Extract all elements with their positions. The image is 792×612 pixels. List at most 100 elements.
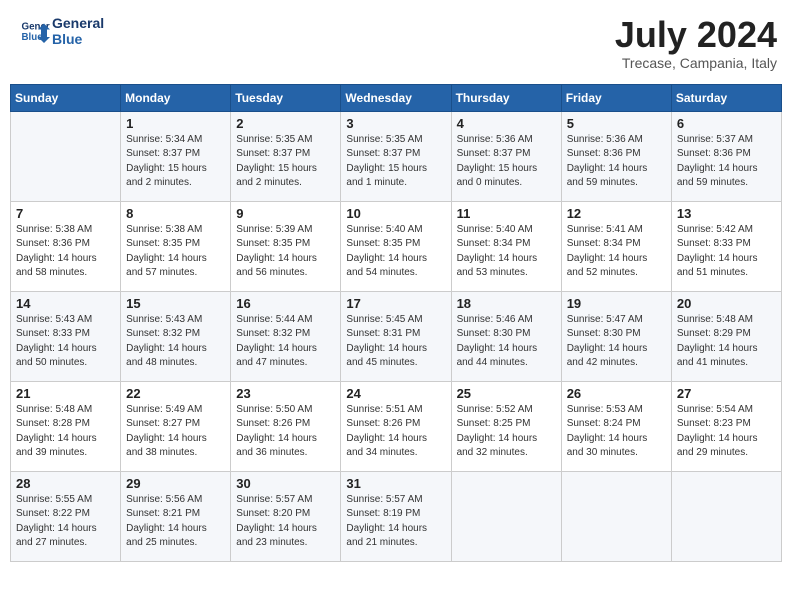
calendar-cell: 20 Sunrise: 5:48 AMSunset: 8:29 PMDayligh…	[671, 291, 781, 381]
logo-text-general: General	[52, 15, 104, 31]
weekday-header: Monday	[121, 84, 231, 111]
day-number: 11	[457, 206, 557, 221]
day-number: 28	[16, 476, 116, 491]
cell-sun-info: Sunrise: 5:35 AMSunset: 8:37 PMDaylight:…	[346, 133, 446, 191]
day-number: 2	[236, 116, 336, 131]
day-number: 16	[236, 296, 336, 311]
calendar-table: SundayMondayTuesdayWednesdayThursdayFrid…	[10, 84, 782, 562]
month-title: July 2024	[615, 15, 777, 55]
day-number: 24	[346, 386, 446, 401]
cell-sun-info: Sunrise: 5:38 AMSunset: 8:36 PMDaylight:…	[16, 223, 116, 281]
day-number: 10	[346, 206, 446, 221]
calendar-cell: 29 Sunrise: 5:56 AMSunset: 8:21 PMDayligh…	[121, 471, 231, 561]
calendar-cell: 25Sunrise: 5:52 AMSunset: 8:25 PMDayligh…	[451, 381, 561, 471]
header-row: SundayMondayTuesdayWednesdayThursdayFrid…	[11, 84, 782, 111]
weekday-header: Thursday	[451, 84, 561, 111]
cell-sun-info: Sunrise: 5:48 AMSunset: 8:28 PMDaylight:…	[16, 403, 116, 461]
cell-sun-info: Sunrise: 5:43 AMSunset: 8:32 PMDaylight:…	[126, 313, 226, 371]
cell-sun-info: Sunrise: 5:38 AMSunset: 8:35 PMDaylight:…	[126, 223, 226, 281]
cell-sun-info: Sunrise: 5:41 AMSunset: 8:34 PMDaylight:…	[567, 223, 667, 281]
calendar-cell: 7 Sunrise: 5:38 AMSunset: 8:36 PMDaylight…	[11, 201, 121, 291]
day-number: 30	[236, 476, 336, 491]
calendar-cell: 21 Sunrise: 5:48 AMSunset: 8:28 PMDayligh…	[11, 381, 121, 471]
day-number: 5	[567, 116, 667, 131]
calendar-cell	[671, 471, 781, 561]
cell-sun-info: Sunrise: 5:36 AMSunset: 8:37 PMDaylight:…	[457, 133, 557, 191]
calendar-cell	[451, 471, 561, 561]
day-number: 22	[126, 386, 226, 401]
day-number: 21	[16, 386, 116, 401]
day-number: 29	[126, 476, 226, 491]
cell-sun-info: Sunrise: 5:49 AMSunset: 8:27 PMDaylight:…	[126, 403, 226, 461]
cell-sun-info: Sunrise: 5:45 AMSunset: 8:31 PMDaylight:…	[346, 313, 446, 371]
day-number: 9	[236, 206, 336, 221]
day-number: 20	[677, 296, 777, 311]
day-number: 26	[567, 386, 667, 401]
weekday-header: Sunday	[11, 84, 121, 111]
calendar-cell: 17 Sunrise: 5:45 AMSunset: 8:31 PMDayligh…	[341, 291, 451, 381]
calendar-cell: 22 Sunrise: 5:49 AMSunset: 8:27 PMDayligh…	[121, 381, 231, 471]
calendar-cell: 14Sunrise: 5:43 AMSunset: 8:33 PMDayligh…	[11, 291, 121, 381]
calendar-cell: 1 Sunrise: 5:34 AMSunset: 8:37 PMDaylight…	[121, 111, 231, 201]
calendar-cell: 9 Sunrise: 5:39 AMSunset: 8:35 PMDaylight…	[231, 201, 341, 291]
calendar-cell: 18Sunrise: 5:46 AMSunset: 8:30 PMDayligh…	[451, 291, 561, 381]
day-number: 1	[126, 116, 226, 131]
calendar-cell: 3Sunrise: 5:35 AMSunset: 8:37 PMDaylight…	[341, 111, 451, 201]
calendar-week-row: 21 Sunrise: 5:48 AMSunset: 8:28 PMDayligh…	[11, 381, 782, 471]
day-number: 19	[567, 296, 667, 311]
calendar-cell: 6 Sunrise: 5:37 AMSunset: 8:36 PMDaylight…	[671, 111, 781, 201]
calendar-cell: 4 Sunrise: 5:36 AMSunset: 8:37 PMDaylight…	[451, 111, 561, 201]
calendar-cell: 19 Sunrise: 5:47 AMSunset: 8:30 PMDayligh…	[561, 291, 671, 381]
weekday-header: Friday	[561, 84, 671, 111]
day-number: 8	[126, 206, 226, 221]
cell-sun-info: Sunrise: 5:34 AMSunset: 8:37 PMDaylight:…	[126, 133, 226, 191]
calendar-cell: 28Sunrise: 5:55 AMSunset: 8:22 PMDayligh…	[11, 471, 121, 561]
cell-sun-info: Sunrise: 5:40 AMSunset: 8:35 PMDaylight:…	[346, 223, 446, 281]
page-header: General Blue General Blue July 2024 Trec…	[10, 10, 782, 76]
calendar-cell: 13Sunrise: 5:42 AMSunset: 8:33 PMDayligh…	[671, 201, 781, 291]
calendar-cell: 15 Sunrise: 5:43 AMSunset: 8:32 PMDayligh…	[121, 291, 231, 381]
calendar-cell: 12 Sunrise: 5:41 AMSunset: 8:34 PMDayligh…	[561, 201, 671, 291]
day-number: 17	[346, 296, 446, 311]
calendar-cell: 10 Sunrise: 5:40 AMSunset: 8:35 PMDayligh…	[341, 201, 451, 291]
day-number: 31	[346, 476, 446, 491]
calendar-week-row: 14Sunrise: 5:43 AMSunset: 8:33 PMDayligh…	[11, 291, 782, 381]
day-number: 14	[16, 296, 116, 311]
cell-sun-info: Sunrise: 5:40 AMSunset: 8:34 PMDaylight:…	[457, 223, 557, 281]
calendar-cell: 8 Sunrise: 5:38 AMSunset: 8:35 PMDaylight…	[121, 201, 231, 291]
cell-sun-info: Sunrise: 5:57 AMSunset: 8:19 PMDaylight:…	[346, 493, 446, 551]
day-number: 15	[126, 296, 226, 311]
cell-sun-info: Sunrise: 5:37 AMSunset: 8:36 PMDaylight:…	[677, 133, 777, 191]
calendar-cell	[11, 111, 121, 201]
calendar-cell	[561, 471, 671, 561]
day-number: 23	[236, 386, 336, 401]
calendar-week-row: 28Sunrise: 5:55 AMSunset: 8:22 PMDayligh…	[11, 471, 782, 561]
calendar-cell: 5 Sunrise: 5:36 AMSunset: 8:36 PMDaylight…	[561, 111, 671, 201]
calendar-cell: 16 Sunrise: 5:44 AMSunset: 8:32 PMDayligh…	[231, 291, 341, 381]
day-number: 18	[457, 296, 557, 311]
cell-sun-info: Sunrise: 5:47 AMSunset: 8:30 PMDaylight:…	[567, 313, 667, 371]
day-number: 12	[567, 206, 667, 221]
cell-sun-info: Sunrise: 5:48 AMSunset: 8:29 PMDaylight:…	[677, 313, 777, 371]
cell-sun-info: Sunrise: 5:35 AMSunset: 8:37 PMDaylight:…	[236, 133, 336, 191]
day-number: 6	[677, 116, 777, 131]
calendar-cell: 23Sunrise: 5:50 AMSunset: 8:26 PMDayligh…	[231, 381, 341, 471]
weekday-header: Tuesday	[231, 84, 341, 111]
cell-sun-info: Sunrise: 5:56 AMSunset: 8:21 PMDaylight:…	[126, 493, 226, 551]
logo-text-blue: Blue	[52, 31, 104, 47]
cell-sun-info: Sunrise: 5:57 AMSunset: 8:20 PMDaylight:…	[236, 493, 336, 551]
calendar-cell: 2 Sunrise: 5:35 AMSunset: 8:37 PMDaylight…	[231, 111, 341, 201]
calendar-cell: 30 Sunrise: 5:57 AMSunset: 8:20 PMDayligh…	[231, 471, 341, 561]
cell-sun-info: Sunrise: 5:52 AMSunset: 8:25 PMDaylight:…	[457, 403, 557, 461]
cell-sun-info: Sunrise: 5:54 AMSunset: 8:23 PMDaylight:…	[677, 403, 777, 461]
calendar-week-row: 7 Sunrise: 5:38 AMSunset: 8:36 PMDaylight…	[11, 201, 782, 291]
cell-sun-info: Sunrise: 5:39 AMSunset: 8:35 PMDaylight:…	[236, 223, 336, 281]
day-number: 7	[16, 206, 116, 221]
day-number: 13	[677, 206, 777, 221]
cell-sun-info: Sunrise: 5:44 AMSunset: 8:32 PMDaylight:…	[236, 313, 336, 371]
day-number: 27	[677, 386, 777, 401]
day-number: 4	[457, 116, 557, 131]
cell-sun-info: Sunrise: 5:36 AMSunset: 8:36 PMDaylight:…	[567, 133, 667, 191]
calendar-cell: 11 Sunrise: 5:40 AMSunset: 8:34 PMDayligh…	[451, 201, 561, 291]
calendar-cell: 31 Sunrise: 5:57 AMSunset: 8:19 PMDayligh…	[341, 471, 451, 561]
